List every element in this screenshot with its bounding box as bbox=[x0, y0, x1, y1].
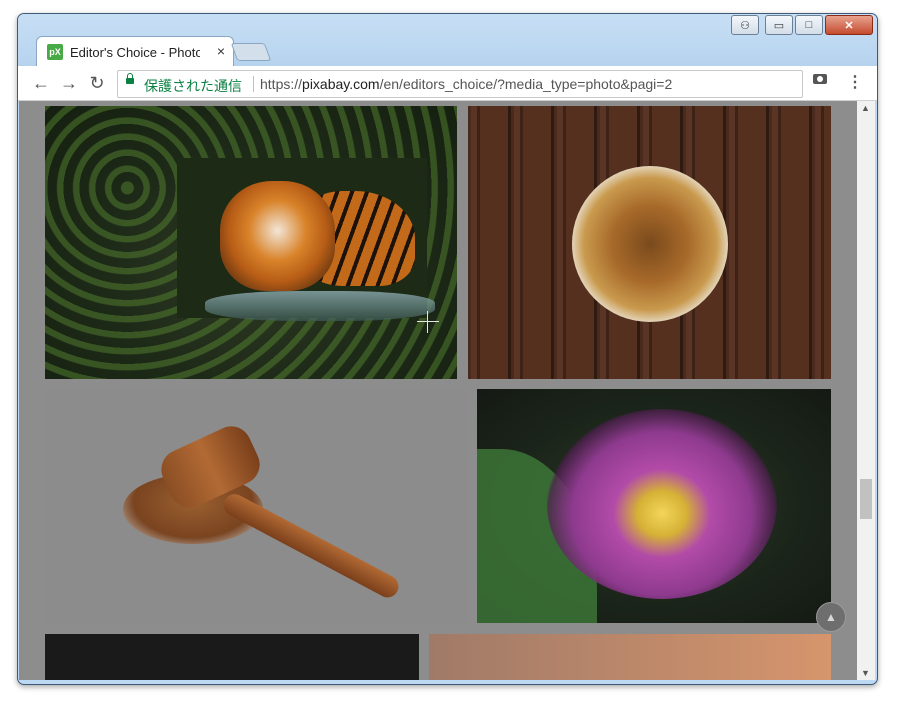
page-viewport: ▲ bbox=[19, 101, 857, 680]
url-host: pixabay.com bbox=[302, 76, 380, 92]
close-window-button[interactable]: ✕ bbox=[825, 15, 873, 35]
gavel-photo[interactable] bbox=[45, 389, 467, 623]
camera-icon[interactable] bbox=[813, 74, 827, 84]
scroll-up-arrow-icon[interactable]: ▲ bbox=[861, 103, 870, 113]
maximize-button[interactable]: □ bbox=[795, 15, 823, 35]
back-to-top-button[interactable]: ▲ bbox=[816, 602, 846, 632]
url-scheme: https:// bbox=[260, 76, 303, 92]
secure-connection-label[interactable]: 保護された通信 bbox=[144, 76, 242, 96]
scroll-down-arrow-icon[interactable]: ▼ bbox=[861, 668, 870, 678]
menu-kebab-icon[interactable]: ⋮ bbox=[847, 72, 863, 92]
address-divider bbox=[253, 76, 254, 92]
maximize-icon: □ bbox=[805, 19, 813, 31]
minimize-button[interactable]: ▭ bbox=[765, 15, 793, 35]
pixabay-favicon-icon: pX bbox=[47, 44, 63, 60]
scroll-thumb[interactable] bbox=[860, 479, 872, 519]
back-arrow-icon[interactable]: ← bbox=[30, 72, 52, 94]
gavel-handle bbox=[219, 490, 403, 602]
beer-glass bbox=[572, 166, 728, 322]
tab-close-icon[interactable]: × bbox=[217, 43, 225, 59]
dove-photo[interactable] bbox=[429, 634, 831, 680]
tiger-head bbox=[220, 181, 335, 291]
title-bar: ⚇ ▭ □ ✕ pX Editor's Choice - Photo × bbox=[18, 14, 877, 67]
tiger-photo[interactable] bbox=[45, 106, 457, 379]
beer-photo[interactable] bbox=[468, 106, 831, 379]
lotus-flower bbox=[547, 409, 777, 599]
dark-photo[interactable] bbox=[45, 634, 419, 680]
address-bar[interactable]: 保護された通信 https://pixabay.com/en/editors_c… bbox=[117, 70, 803, 98]
browser-tab[interactable]: pX Editor's Choice - Photo × bbox=[36, 36, 234, 67]
url-text[interactable]: https://pixabay.com/en/editors_choice/?m… bbox=[260, 76, 672, 92]
crosshair-cursor-icon bbox=[417, 321, 439, 322]
url-path: /en/editors_choice/?media_type=photo&pag… bbox=[379, 76, 673, 92]
lock-icon bbox=[126, 73, 134, 84]
lotus-photo[interactable] bbox=[477, 389, 831, 623]
new-tab-button[interactable] bbox=[230, 43, 272, 61]
close-icon: ✕ bbox=[844, 19, 854, 32]
window-controls: ⚇ ▭ □ ✕ bbox=[731, 15, 873, 35]
user-icon[interactable]: ⚇ bbox=[731, 15, 759, 35]
browser-toolbar: ← → ↻ 保護された通信 https://pixabay.com/en/edi… bbox=[18, 66, 877, 101]
water-ripple bbox=[205, 291, 435, 321]
reload-icon[interactable]: ↻ bbox=[86, 72, 108, 94]
browser-window: ⚇ ▭ □ ✕ pX Editor's Choice - Photo × ← →… bbox=[17, 13, 878, 685]
crosshair-cursor-icon-vertical bbox=[427, 311, 428, 333]
forward-arrow-icon[interactable]: → bbox=[58, 72, 80, 94]
vertical-scrollbar[interactable]: ▲ ▼ bbox=[857, 101, 875, 680]
tab-title: Editor's Choice - Photo bbox=[70, 45, 200, 60]
minimize-icon: ▭ bbox=[773, 19, 785, 32]
